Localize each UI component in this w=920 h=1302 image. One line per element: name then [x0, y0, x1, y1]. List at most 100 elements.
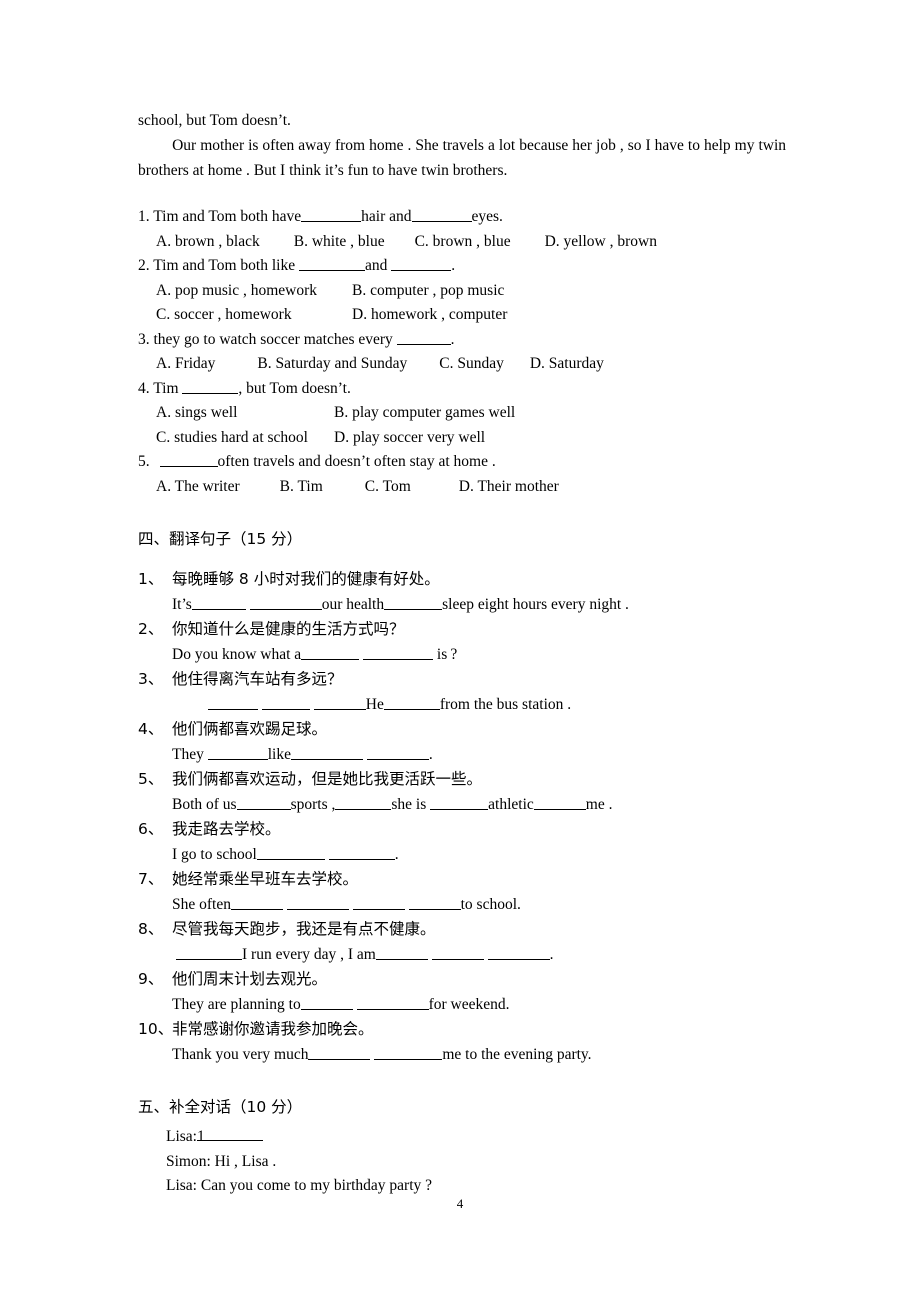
translation-item-10-chinese: 10、非常感谢你邀请我参加晚会。: [138, 1017, 786, 1043]
question-1-option-d[interactable]: D. yellow , brown: [545, 230, 657, 255]
question-1-option-a[interactable]: A. brown , black: [156, 230, 260, 255]
question-4-option-d[interactable]: D. play soccer very well: [334, 426, 485, 451]
question-5-options: A. The writer B. Tim C. Tom D. Their mother: [138, 475, 786, 500]
translation-5-blank-3[interactable]: [430, 794, 489, 810]
translation-item-10: 10、非常感谢你邀请我参加晚会。 Thank you very much me …: [138, 1017, 786, 1067]
translation-item-2-english: Do you know what a is ?: [172, 644, 458, 663]
translation-3-blank-3[interactable]: [313, 694, 366, 710]
dialogue-speaker-1: Lisa:: [166, 1128, 197, 1145]
translation-9-blank-2[interactable]: [356, 994, 429, 1010]
question-2-blank-2[interactable]: [391, 255, 452, 271]
translation-item-1-chinese: 1、 每晚睡够 8 小时对我们的健康有好处。: [138, 567, 786, 593]
translation-5-blank-2[interactable]: [335, 794, 392, 810]
translation-item-7-chinese: 7、 她经常乘坐早班车去学校。: [138, 867, 786, 893]
translation-3-blank-4[interactable]: [383, 694, 440, 710]
translation-6-blank-1[interactable]: [256, 844, 325, 860]
translation-item-5-english: Both of us sports , she is athletic me .: [172, 794, 613, 813]
translation-9-blank-1[interactable]: [300, 994, 353, 1010]
translation-item-8-english: I run every day , I am .: [138, 943, 786, 968]
translation-8-blank-1[interactable]: [176, 944, 242, 960]
question-3-option-a[interactable]: A. Friday: [156, 352, 215, 377]
translation-4-blank-2[interactable]: [290, 744, 363, 760]
translation-8-blank-4[interactable]: [487, 944, 550, 960]
question-3-option-b[interactable]: B. Saturday and Sunday: [257, 352, 407, 377]
question-5-option-a[interactable]: A. The writer: [156, 475, 240, 500]
translation-item-4-number: 4、: [138, 720, 164, 738]
question-2-number: 2.: [138, 257, 150, 274]
question-3-text-b: .: [450, 330, 455, 348]
translation-item-10-english: Thank you very much me to the evening pa…: [172, 1044, 592, 1063]
translation-item-4-english: They like .: [172, 744, 433, 763]
translation-item-7-number: 7、: [138, 870, 164, 888]
question-1-blank-1[interactable]: [301, 206, 362, 222]
question-2-option-d[interactable]: D. homework , computer: [352, 303, 507, 328]
translation-10-blank-1[interactable]: [308, 1044, 371, 1060]
question-4-option-a[interactable]: A. sings well: [156, 401, 334, 426]
translation-8-blank-3[interactable]: [431, 944, 484, 960]
translation-2-blank-1[interactable]: [301, 644, 360, 660]
question-4-options-row-1: A. sings well B. play computer games well: [138, 401, 786, 426]
translation-5-blank-1[interactable]: [236, 794, 291, 810]
question-3-option-c[interactable]: C. Sunday: [439, 352, 504, 377]
question-1-stem: 1. Tim and Tom both have hair and eyes.: [138, 205, 786, 230]
translation-7-blank-1[interactable]: [230, 894, 283, 910]
translation-4-blank-3[interactable]: [366, 744, 429, 760]
translation-7-blank-3[interactable]: [352, 894, 405, 910]
question-2-blank-1[interactable]: [299, 255, 365, 271]
dialogue-line-3: Lisa: Can you come to my birthday party …: [138, 1174, 786, 1199]
question-1-options: A. brown , black B. white , blue C. brown …: [138, 230, 786, 255]
translation-item-2-number: 2、: [138, 620, 164, 638]
question-2-option-b[interactable]: B. computer , pop music: [352, 279, 504, 304]
question-2-text-a: Tim and Tom both like: [153, 257, 296, 274]
translation-7-blank-2[interactable]: [286, 894, 349, 910]
question-2-option-a[interactable]: A. pop music , homework: [156, 279, 352, 304]
translation-item-5: 5、 我们俩都喜欢运动，但是她比我更活跃一些。 Both of us sports …: [138, 767, 786, 817]
translation-item-8-number: 8、: [138, 920, 164, 938]
question-2-option-c[interactable]: C. soccer , homework: [156, 303, 352, 328]
question-4-option-c[interactable]: C. studies hard at school: [156, 426, 334, 451]
translation-item-3: 3、 他住得离汽车站有多远？ He from the bus station .: [138, 667, 786, 717]
question-5-option-d[interactable]: D. Their mother: [459, 475, 559, 500]
reading-passage: school, but Tom doesn’t. Our mother is o…: [138, 108, 786, 183]
question-5-option-c[interactable]: C. Tom: [365, 475, 411, 500]
translation-item-8: 8、 尽管我每天跑步，我还是有点不健康。 I run every day , I …: [138, 917, 786, 967]
dialogue-list: Lisa:1 Simon: Hi , Lisa . Lisa: Can you …: [138, 1125, 786, 1199]
translation-1-blank-1[interactable]: [191, 594, 246, 610]
question-1-option-c[interactable]: C. brown , blue: [415, 230, 511, 255]
question-2-text-b: and: [365, 257, 388, 274]
translation-item-1-number: 1、: [138, 570, 164, 588]
translation-4-blank-1[interactable]: [207, 744, 268, 760]
question-4-number: 4.: [138, 379, 150, 397]
translation-item-4-chinese: 4、 他们俩都喜欢踢足球。: [138, 717, 786, 743]
translation-item-6: 6、 我走路去学校。 I go to school .: [138, 817, 786, 867]
translation-7-blank-4[interactable]: [408, 894, 461, 910]
translation-3-blank-2[interactable]: [261, 694, 310, 710]
translation-6-blank-2[interactable]: [328, 844, 395, 860]
question-5-blank-1[interactable]: [159, 451, 218, 467]
dialogue-text-2: Hi , Lisa .: [214, 1152, 277, 1170]
translation-item-5-chinese: 5、 我们俩都喜欢运动，但是她比我更活跃一些。: [138, 767, 786, 793]
translation-10-blank-2[interactable]: [374, 1044, 443, 1060]
question-1-text-a: Tim and Tom both have: [153, 208, 302, 225]
translation-3-blank-1[interactable]: [208, 694, 258, 710]
question-3-blank-1[interactable]: [396, 329, 451, 345]
dialogue-line-1: Lisa:1: [138, 1125, 786, 1150]
question-1-option-b[interactable]: B. white , blue: [294, 230, 385, 255]
question-4-option-b[interactable]: B. play computer games well: [334, 401, 515, 426]
question-1-blank-2[interactable]: [411, 206, 472, 222]
question-3-option-d[interactable]: D. Saturday: [530, 352, 604, 377]
translation-8-blank-2[interactable]: [375, 944, 428, 960]
translation-1-blank-3[interactable]: [384, 594, 443, 610]
dialogue-blank-1[interactable]: 1: [197, 1125, 263, 1145]
translation-2-blank-2[interactable]: [363, 644, 434, 660]
question-4-blank-1[interactable]: [182, 378, 239, 394]
translation-item-9-chinese: 9、 他们周末计划去观光。: [138, 967, 786, 993]
question-1-text-c: eyes.: [471, 208, 503, 225]
translation-item-9-english: They are planning to for weekend.: [172, 994, 510, 1013]
translation-1-blank-2[interactable]: [249, 594, 322, 610]
page-content: school, but Tom doesn’t. Our mother is o…: [138, 108, 786, 1199]
dialogue-answer-1: 1: [197, 1128, 205, 1145]
question-3-text-a: they go to watch soccer matches every: [153, 330, 393, 348]
question-5-option-b[interactable]: B. Tim: [280, 475, 323, 500]
translation-5-blank-4[interactable]: [533, 794, 586, 810]
